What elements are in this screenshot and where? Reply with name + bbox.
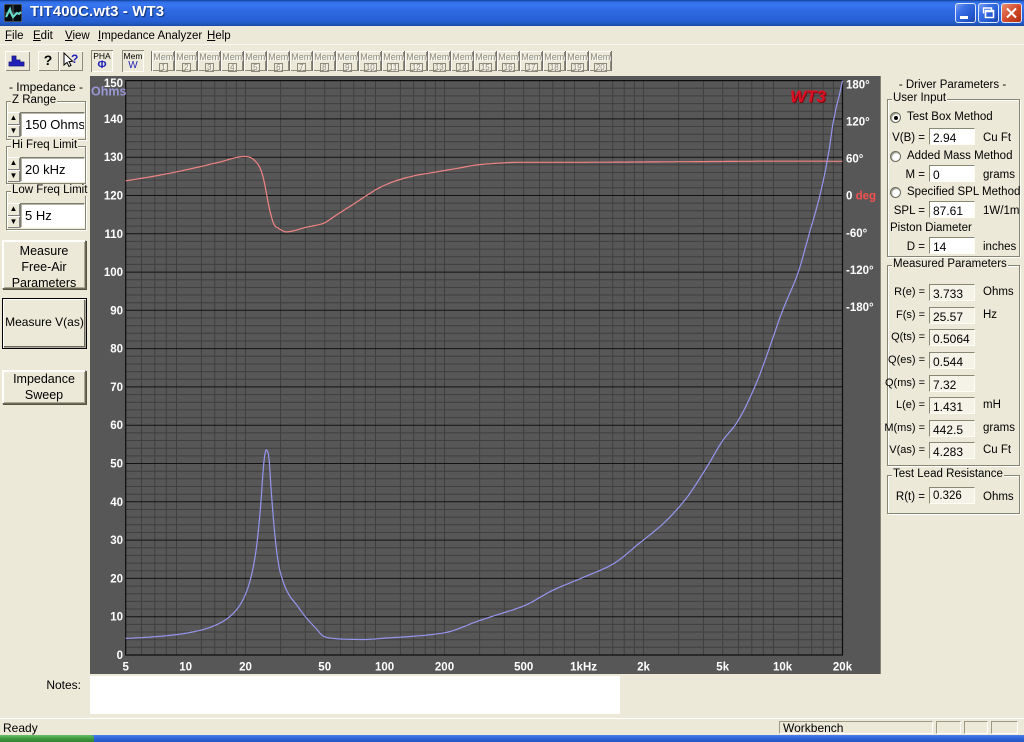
svg-text:100: 100	[375, 662, 394, 674]
svg-text:-120°: -120°	[846, 265, 874, 277]
svg-text:5k: 5k	[716, 662, 729, 674]
svg-text:20k: 20k	[833, 662, 853, 674]
svg-text:500: 500	[514, 662, 533, 674]
svg-text:200: 200	[435, 662, 454, 674]
svg-text:80: 80	[110, 344, 123, 356]
svg-text:0 deg: 0 deg	[846, 191, 876, 203]
svg-text:Ohms: Ohms	[91, 85, 126, 99]
svg-text:10k: 10k	[773, 662, 793, 674]
svg-text:?: ?	[71, 52, 78, 66]
svg-text:20: 20	[239, 662, 252, 674]
svg-text:0: 0	[117, 650, 123, 662]
svg-text:-180°: -180°	[846, 302, 874, 314]
svg-text:180°: 180°	[846, 79, 870, 91]
svg-text:70: 70	[110, 382, 123, 394]
svg-text:120°: 120°	[846, 117, 870, 129]
svg-text:60: 60	[110, 420, 123, 432]
svg-text:10: 10	[179, 662, 192, 674]
svg-text:130: 130	[104, 152, 123, 164]
svg-text:60°: 60°	[846, 154, 864, 166]
svg-text:90: 90	[110, 305, 123, 317]
svg-text:10: 10	[110, 612, 123, 624]
svg-text:40: 40	[110, 497, 123, 509]
svg-text:30: 30	[110, 535, 123, 547]
svg-text:WT3: WT3	[790, 87, 826, 106]
svg-text:20: 20	[110, 573, 123, 585]
svg-text:1kHz: 1kHz	[570, 662, 597, 674]
svg-text:120: 120	[104, 191, 123, 203]
svg-text:140: 140	[104, 114, 123, 126]
svg-text:100: 100	[104, 267, 123, 279]
svg-text:2k: 2k	[637, 662, 650, 674]
svg-text:50: 50	[110, 459, 123, 471]
svg-text:50: 50	[318, 662, 331, 674]
svg-text:110: 110	[104, 229, 123, 241]
svg-text:5: 5	[122, 662, 129, 674]
svg-text:-60°: -60°	[846, 228, 868, 240]
